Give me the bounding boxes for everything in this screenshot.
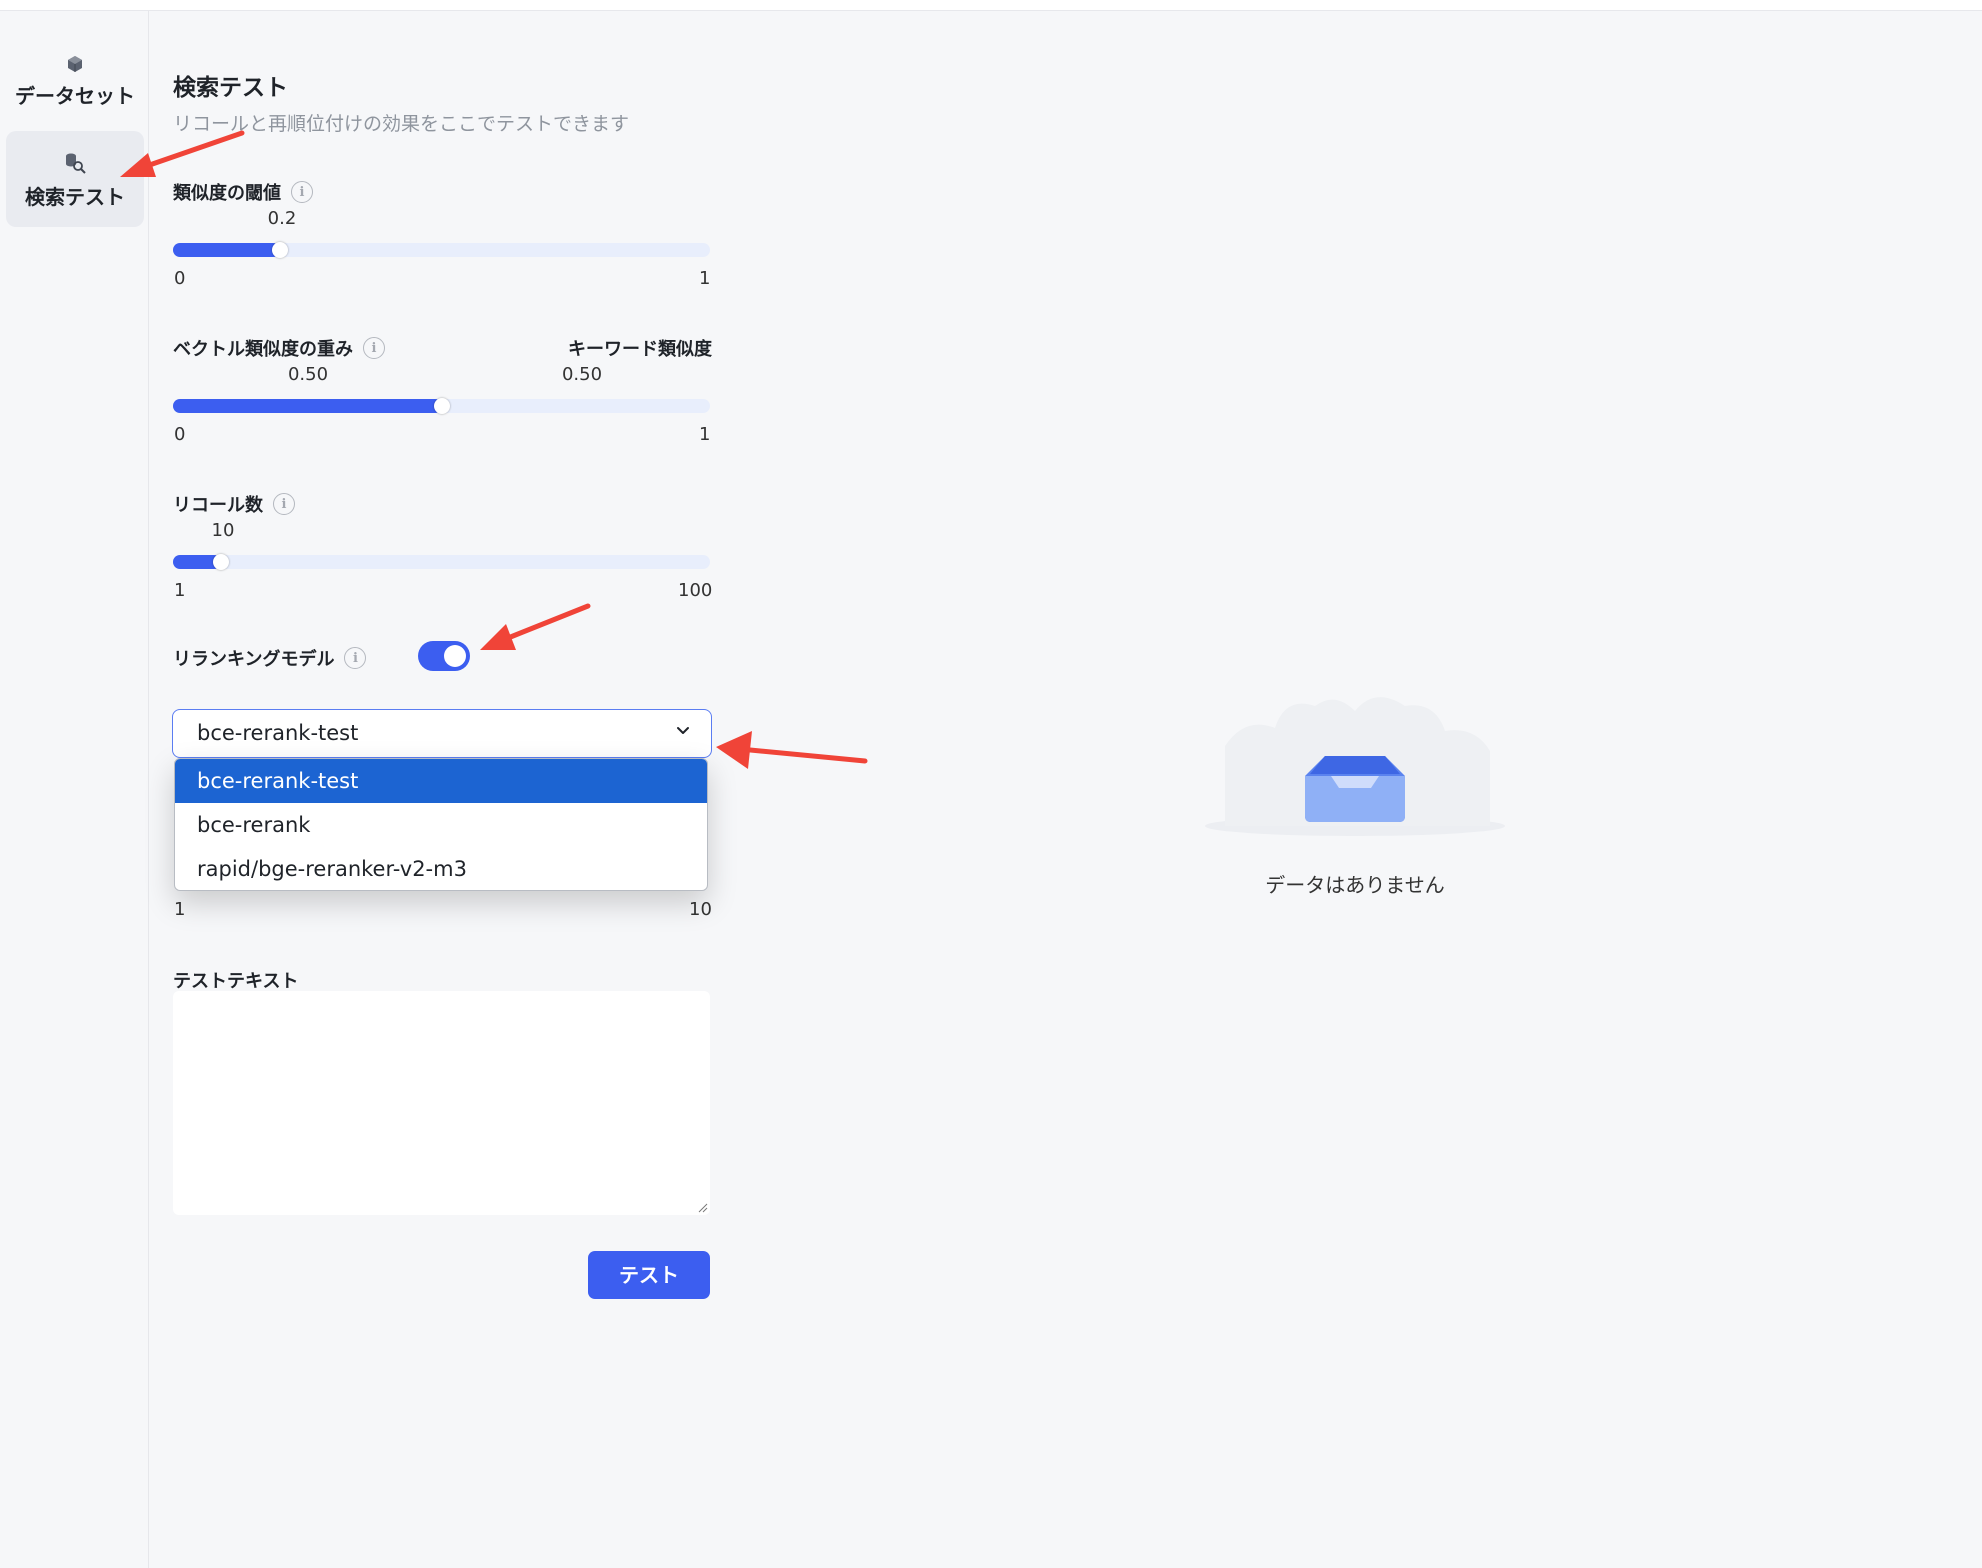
similarity-threshold-slider[interactable] bbox=[173, 242, 710, 258]
info-icon[interactable]: i bbox=[273, 493, 295, 515]
slider-fill bbox=[173, 399, 442, 413]
settings-panel: 検索テスト リコールと再順位付けの効果をここでテストできます 類似度の閾値 i … bbox=[150, 11, 735, 1568]
info-icon[interactable]: i bbox=[291, 181, 313, 203]
sidebar-item-dataset[interactable]: データセット bbox=[6, 36, 144, 132]
keyword-weight-label: キーワード類似度 bbox=[568, 339, 712, 360]
rerank-model-select[interactable]: bce-rerank-test bbox=[172, 709, 712, 758]
slider-max-label: 1 bbox=[699, 268, 711, 289]
dropdown-option[interactable]: bce-rerank-test bbox=[175, 759, 707, 803]
dropdown-option[interactable]: rapid/bge-reranker-v2-m3 bbox=[175, 847, 707, 890]
page-subtitle: リコールと再順位付けの効果をここでテストできます bbox=[173, 113, 630, 135]
top-bar bbox=[0, 0, 1982, 11]
rerank-label-row: リランキングモデル i bbox=[173, 645, 367, 671]
slider-max-label: 1 bbox=[699, 424, 711, 445]
slider-fill bbox=[173, 243, 281, 257]
similarity-threshold-value: 0.2 bbox=[267, 208, 297, 229]
slider-max-label: 10 bbox=[689, 899, 712, 920]
recall-count-value: 10 bbox=[211, 520, 235, 541]
test-button[interactable]: テスト bbox=[588, 1251, 710, 1299]
sidebar-item-label: データセット bbox=[15, 84, 135, 108]
slider-min-label: 0 bbox=[174, 268, 186, 289]
slider-handle[interactable] bbox=[213, 554, 230, 570]
rerank-model-selected: bce-rerank-test bbox=[197, 721, 359, 745]
rerank-model-dropdown: bce-rerank-test bce-rerank rapid/bge-rer… bbox=[174, 758, 708, 891]
empty-inbox-icon bbox=[1205, 697, 1505, 836]
slider-handle[interactable] bbox=[433, 398, 450, 414]
vector-weight-label: ベクトル類似度の重み bbox=[173, 339, 353, 360]
recall-count-label: リコール数 bbox=[173, 495, 263, 516]
rerank-toggle[interactable] bbox=[418, 641, 470, 671]
info-icon[interactable]: i bbox=[363, 337, 385, 359]
slider-min-label: 0 bbox=[174, 424, 186, 445]
slider-max-label: 100 bbox=[678, 580, 713, 601]
resize-handle-icon[interactable] bbox=[696, 1201, 708, 1213]
test-text-label: テストテキスト bbox=[173, 971, 299, 992]
test-text-label-row: テストテキスト bbox=[173, 967, 298, 993]
sidebar-item-search-test[interactable]: 検索テスト bbox=[6, 131, 144, 227]
page-title: 検索テスト bbox=[173, 75, 288, 101]
chevron-down-icon bbox=[677, 727, 689, 734]
slider-min-label: 1 bbox=[174, 580, 186, 601]
slider-handle[interactable] bbox=[272, 242, 289, 258]
vector-weight-label-row: ベクトル類似度の重み i bbox=[173, 335, 385, 361]
info-icon[interactable]: i bbox=[344, 647, 367, 669]
dropdown-option[interactable]: bce-rerank bbox=[175, 803, 707, 847]
similarity-threshold-label: 類似度の閾値 bbox=[173, 183, 281, 204]
sidebar-item-label: 検索テスト bbox=[25, 185, 125, 209]
keyword-weight-value: 0.50 bbox=[561, 364, 603, 385]
sidebar-nav: データセット 検索テスト bbox=[0, 11, 149, 1568]
slider-min-label: 1 bbox=[174, 899, 186, 920]
vector-weight-slider[interactable] bbox=[173, 398, 710, 414]
search-data-icon bbox=[66, 153, 86, 174]
rerank-label: リランキングモデル bbox=[173, 649, 335, 670]
recall-count-slider[interactable] bbox=[173, 554, 710, 570]
cube-icon bbox=[68, 56, 82, 72]
vector-weight-value: 0.50 bbox=[287, 364, 329, 385]
result-area: データはありません bbox=[735, 11, 1982, 1568]
empty-state-text: データはありません bbox=[1265, 873, 1445, 897]
test-text-input[interactable] bbox=[173, 991, 710, 1215]
similarity-threshold-label-row: 類似度の閾値 i bbox=[173, 179, 313, 205]
recall-count-label-row: リコール数 i bbox=[173, 491, 295, 517]
